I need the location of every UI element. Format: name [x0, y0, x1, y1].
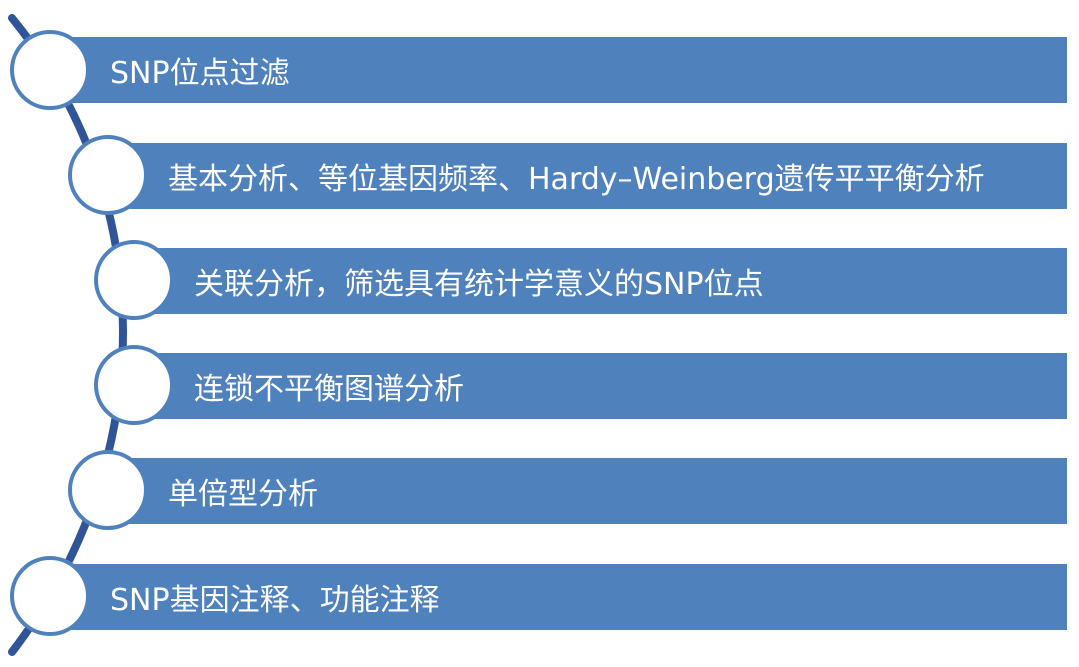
step-label-2: 基本分析、等位基因频率、Hardy–Weinberg遗传平平衡分析: [168, 162, 985, 197]
step-circle-3: [94, 240, 174, 320]
step-label-3: 关联分析，筛选具有统计学意义的SNP位点: [194, 267, 764, 302]
step-label-4: 连锁不平衡图谱分析: [194, 372, 464, 407]
step-bar-2: 基本分析、等位基因频率、Hardy–Weinberg遗传平平衡分析: [106, 143, 1067, 209]
step-circle-5: [68, 450, 148, 530]
step-bar-1: SNP位点过滤: [48, 37, 1067, 103]
step-label-1: SNP位点过滤: [110, 56, 290, 91]
step-circle-1: [10, 30, 90, 110]
step-circle-2: [68, 135, 148, 215]
step-circle-4: [94, 345, 174, 425]
process-diagram: SNP位点过滤 基本分析、等位基因频率、Hardy–Weinberg遗传平平衡分…: [0, 0, 1079, 667]
step-circle-6: [10, 556, 90, 636]
step-label-5: 单倍型分析: [168, 477, 318, 512]
timeline-arc-path: [8, 14, 127, 656]
step-label-6: SNP基因注释、功能注释: [110, 583, 440, 618]
step-bar-3: 关联分析，筛选具有统计学意义的SNP位点: [132, 248, 1067, 314]
step-bar-5: 单倍型分析: [106, 458, 1067, 524]
step-bar-4: 连锁不平衡图谱分析: [132, 353, 1067, 419]
step-bar-6: SNP基因注释、功能注释: [48, 564, 1067, 630]
